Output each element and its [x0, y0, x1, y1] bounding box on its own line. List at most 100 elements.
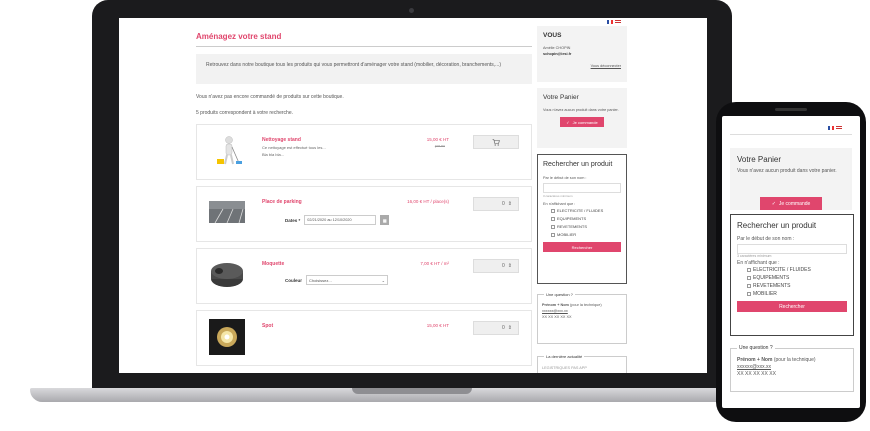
search-button[interactable]: Rechercher [543, 242, 621, 252]
color-label: Couleur [285, 277, 303, 283]
category-label: MOBILIER [753, 291, 777, 297]
contact-name-line: Prénom + Nom (pour la technique) [737, 357, 847, 364]
add-to-cart-button[interactable] [473, 135, 519, 149]
search-box: Rechercher un produit Par le début de so… [537, 154, 627, 284]
product-name[interactable]: Place de parking [262, 199, 302, 205]
checkbox[interactable] [551, 217, 555, 221]
quantity-value[interactable]: 0 [502, 201, 505, 207]
category-item[interactable]: ELECTRICITE / FLUIDES [551, 207, 621, 215]
flag-fr-icon[interactable] [607, 20, 613, 24]
contact-email[interactable]: xxxxxx@xxx.xx [737, 364, 847, 371]
news-box: La dernière actualité LEGISTRIQUES PAS A… [537, 354, 627, 373]
product-card: Nettoyage stand Ce nettoyage est effectu… [196, 124, 532, 180]
category-label: MOBILIER [557, 232, 577, 237]
checkbox[interactable] [551, 233, 555, 237]
product-image-spot[interactable] [209, 319, 245, 355]
flag-en-icon[interactable] [836, 126, 842, 130]
user-title: VOUS [543, 32, 562, 39]
checkbox[interactable] [747, 268, 751, 272]
order-button-label: Je commande [572, 119, 598, 125]
product-image-parking[interactable] [209, 201, 245, 224]
question-legend: Une question ? [544, 292, 575, 297]
quantity-value[interactable]: 0 [502, 263, 505, 269]
category-label: EQUIPEMENTS [557, 216, 587, 221]
checkbox[interactable] [747, 284, 751, 288]
cart-empty-text: Vous n'avez aucun produit dans votre pan… [737, 168, 837, 174]
search-label: Par le début de son nom : [543, 176, 587, 180]
color-select[interactable]: Choisissez... ⌄ [306, 275, 389, 285]
order-button[interactable]: ✓ Je commande [560, 117, 604, 127]
product-name[interactable]: Spot [262, 323, 273, 329]
result-count: 5 produits correspondent à votre recherc… [196, 110, 293, 116]
product-price: 15,00 € HT [426, 323, 449, 328]
news-legend: La dernière actualité [544, 354, 585, 359]
flag-fr-icon[interactable] [828, 126, 834, 130]
logout-link[interactable]: Vous déconnecter [543, 63, 621, 69]
product-name[interactable]: Nettoyage stand [262, 137, 301, 143]
checkbox[interactable] [747, 292, 751, 296]
category-item[interactable]: EQUIPEMENTS [747, 274, 847, 282]
laptop-notch [352, 388, 472, 394]
product-price-unit: par m² [434, 144, 445, 148]
checkbox[interactable] [551, 209, 555, 213]
category-label: ELECTRICITE / FLUIDES [557, 208, 604, 213]
contact-phone: XX XX XX XX XX [542, 315, 572, 319]
search-button[interactable]: Rechercher [737, 301, 847, 312]
no-order-info: Vous n'avez pas encore commandé de produ… [196, 94, 344, 100]
product-image-cleaning[interactable] [209, 133, 245, 169]
stepper-arrows-icon[interactable]: ⇕ [508, 263, 512, 269]
category-tree: ELECTRICITE / FLUIDES EQUIPEMENTS REVETE… [543, 207, 621, 239]
category-item[interactable]: EQUIPEMENTS [551, 215, 621, 223]
product-card: Place de parking 16,00 € HT / place(s) D… [196, 186, 532, 242]
laptop-camera [409, 8, 414, 13]
calendar-icon[interactable]: ▦ [380, 215, 390, 225]
stepper-arrows-icon[interactable]: ⇕ [508, 201, 512, 207]
check-circle-icon: ✓ [566, 119, 570, 125]
search-input[interactable] [737, 244, 847, 254]
cart-empty-text: Vous n'avez aucun produit dans votre pan… [543, 108, 619, 112]
cart-title: Votre Panier [737, 155, 782, 164]
checkbox[interactable] [551, 225, 555, 229]
phone-question-box: Une question ? Prénom + Nom (pour la tec… [730, 345, 854, 392]
category-item[interactable]: MOBILIER [747, 290, 847, 298]
category-label: ELECTRICITE / FLUIDES [753, 267, 811, 273]
category-item[interactable]: REVETEMENTS [747, 282, 847, 290]
search-hint: 3 caractères minimum [543, 194, 573, 198]
stepper-arrows-icon[interactable]: ⇕ [508, 325, 512, 331]
dates-row: Dates * 02/21/2020 au 12/10/2020 ▦ [285, 215, 390, 225]
color-row: Couleur Choisissez... ⌄ [285, 275, 389, 285]
search-input[interactable] [543, 183, 621, 193]
product-description: Ce nettoyage est effectué tous les... Bl… [262, 144, 372, 158]
language-flags[interactable] [828, 126, 842, 130]
news-text[interactable]: LEGISTRIQUES PAS APP [542, 365, 622, 371]
product-image-carpet[interactable] [209, 257, 245, 293]
category-item[interactable]: ELECTRICITE / FLUIDES [747, 266, 847, 274]
contact-name: Prénom + Nom [737, 357, 773, 363]
flag-en-icon[interactable] [615, 20, 621, 24]
search-label: Par le début de son nom : [737, 236, 795, 242]
checkbox[interactable] [747, 276, 751, 280]
color-select-value: Choisissez... [309, 278, 332, 283]
quantity-value[interactable]: 0 [502, 325, 505, 331]
intro-text: Retrouvez dans notre boutique tous les p… [196, 54, 532, 84]
cart-box: Votre Panier Vous n'avez aucun produit d… [537, 88, 627, 148]
quantity-stepper[interactable]: 0 ⇕ [473, 321, 519, 335]
language-flags[interactable] [607, 20, 621, 24]
title-divider [196, 46, 532, 47]
cart-icon [492, 138, 500, 146]
order-button[interactable]: ✓ Je commande [760, 197, 822, 210]
dates-input[interactable]: 02/21/2020 au 12/10/2020 [304, 215, 377, 225]
question-box: Une question ? Prénom + Nom (pour la tec… [537, 292, 627, 344]
product-desc-line: Bla bla bla... [262, 152, 285, 157]
product-name[interactable]: Moquette [262, 261, 284, 267]
phone-screen: Votre Panier Vous n'avez aucun produit d… [722, 116, 860, 408]
quantity-stepper[interactable]: 0 ⇕ [473, 259, 519, 273]
category-item[interactable]: REVETEMENTS [551, 223, 621, 231]
quantity-stepper[interactable]: 0 ⇕ [473, 197, 519, 211]
category-label: REVETEMENTS [557, 224, 588, 229]
category-label: EQUIPEMENTS [753, 275, 790, 281]
product-price: 16,00 € HT / place(s) [407, 199, 449, 204]
category-item[interactable]: MOBILIER [551, 231, 621, 239]
laptop-screen: Aménagez votre stand Retrouvez dans notr… [119, 18, 707, 373]
main-content: Aménagez votre stand Retrouvez dans notr… [196, 18, 532, 373]
